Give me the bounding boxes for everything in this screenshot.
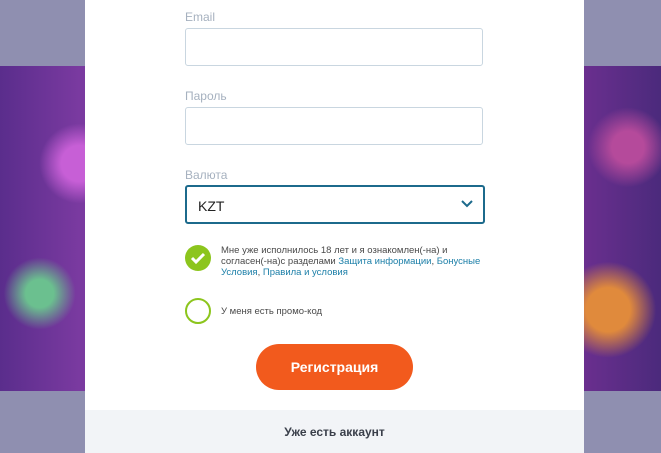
register-button[interactable]: Регистрация: [256, 344, 413, 390]
checkmark-icon: [190, 252, 206, 265]
footer: Уже есть аккаунт: [85, 410, 584, 453]
password-label: Пароль: [185, 89, 227, 103]
terms-link[interactable]: Правила и условия: [263, 267, 348, 278]
promo-checkbox[interactable]: [185, 298, 211, 324]
password-field[interactable]: [185, 107, 483, 145]
email-label: Email: [185, 10, 216, 24]
currency-value: KZT: [198, 198, 225, 214]
agree-text: Мне уже исполнилось 18 лет и я ознакомле…: [221, 245, 481, 278]
promo-label: У меня есть промо-код: [221, 306, 323, 317]
chevron-down-icon: [461, 200, 473, 208]
currency-label: Валюта: [185, 168, 228, 182]
agree-checkbox[interactable]: [185, 245, 211, 271]
currency-select[interactable]: KZT: [185, 185, 485, 224]
email-field[interactable]: [185, 28, 483, 66]
privacy-link[interactable]: Защита информации: [338, 256, 431, 267]
registration-modal: Email Пароль Валюта KZT Мне уже исполнил…: [85, 0, 584, 453]
login-link[interactable]: Уже есть аккаунт: [85, 425, 584, 439]
